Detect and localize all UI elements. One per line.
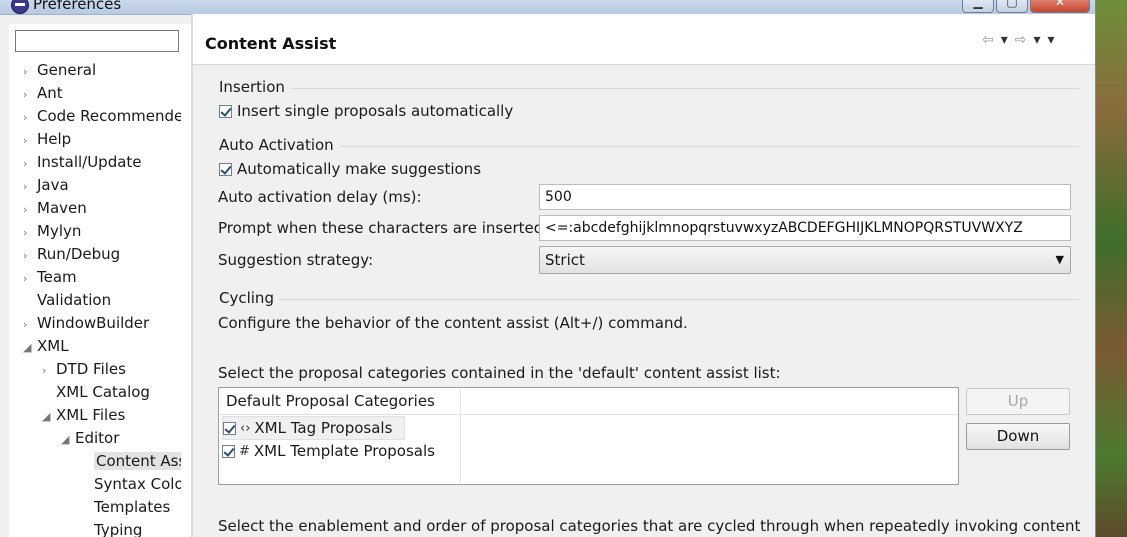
tree-expand-icon[interactable]: › <box>23 61 37 83</box>
up-button[interactable]: Up <box>966 388 1070 415</box>
tree-expand-icon[interactable]: › <box>23 130 37 152</box>
tree-item-help[interactable]: › Help <box>23 128 71 150</box>
tree-item-windowbuilder[interactable]: › WindowBuilder <box>23 312 149 334</box>
back-arrow-icon[interactable]: ⇦ <box>982 32 994 48</box>
tree-item-install-update[interactable]: › Install/Update <box>23 151 142 173</box>
dropdown-arrow-icon: ▼ <box>1055 253 1064 266</box>
tree-item-team[interactable]: › Team <box>23 266 77 288</box>
insert-single-checkbox[interactable] <box>219 104 232 118</box>
tree-expand-icon[interactable]: › <box>23 84 37 106</box>
tree-expand-icon[interactable]: › <box>42 360 56 382</box>
title-bar: Preferences ▁ ▢ ✕ <box>0 0 1096 15</box>
tree-item-xml-files[interactable]: ◢ XML Files <box>42 404 125 426</box>
tree-item-typing[interactable]: Typing <box>80 519 142 537</box>
minimize-button[interactable]: ▁ <box>962 0 994 13</box>
tree-collapse-icon[interactable]: ◢ <box>42 406 56 428</box>
group-divider <box>340 146 1079 147</box>
forward-menu-icon[interactable]: ▾ <box>1034 32 1041 48</box>
tree-item-dtd-files[interactable]: › DTD Files <box>42 358 126 380</box>
row-label: XML Tag Proposals <box>254 419 393 437</box>
preference-page: Content Assist ⇦ ▾ ⇨ ▾ ▾ Insertion Inser… <box>193 14 1095 537</box>
tree-item-templates[interactable]: Templates <box>80 496 170 518</box>
template-icon: # <box>239 443 250 459</box>
insertion-group-label: Insertion <box>219 78 285 96</box>
tree-collapse-icon[interactable]: ◢ <box>23 337 37 359</box>
window-title: Preferences <box>33 0 122 13</box>
xml-tag-icon: ‹› <box>240 420 251 436</box>
cycling-group-label: Cycling <box>219 289 274 307</box>
desktop-background <box>1096 0 1127 537</box>
make-suggestions-label: Automatically make suggestions <box>237 160 482 178</box>
column-header[interactable]: Default Proposal Categories <box>226 392 435 410</box>
tree-expand-icon[interactable]: › <box>23 199 37 221</box>
prompt-characters-label: Prompt when these characters are inserte… <box>218 219 549 237</box>
window-controls: ▁ ▢ ✕ <box>962 0 1090 13</box>
tree-item-run-debug[interactable]: › Run/Debug <box>23 243 120 265</box>
insert-single-row: Insert single proposals automatically <box>219 102 513 120</box>
insert-single-label: Insert single proposals automatically <box>237 102 514 120</box>
cycle-list-label: Select the enablement and order of propo… <box>218 517 1081 535</box>
default-list-label: Select the proposal categories contained… <box>218 364 781 382</box>
table-row[interactable]: # XML Template Proposals <box>222 440 435 462</box>
tree-item-content-assist[interactable]: Content Assist <box>80 450 181 472</box>
strategy-label: Suggestion strategy: <box>218 251 374 269</box>
tree-collapse-icon[interactable]: ◢ <box>61 429 75 451</box>
make-suggestions-row: Automatically make suggestions <box>219 160 481 178</box>
row-checkbox[interactable] <box>223 421 236 435</box>
page-header: Content Assist ⇦ ▾ ⇨ ▾ ▾ <box>193 14 1095 65</box>
preference-tree: ›General ›Ant ›Code Recommenders ›Help ›… <box>9 24 181 537</box>
tree-expand-icon[interactable]: › <box>23 153 37 175</box>
view-menu-icon[interactable]: ▾ <box>1048 32 1055 48</box>
back-menu-icon[interactable]: ▾ <box>1001 32 1008 48</box>
tree-expand-icon[interactable]: › <box>23 268 37 290</box>
tree-expand-icon[interactable]: › <box>23 314 37 336</box>
tree-item-editor[interactable]: ◢ Editor <box>61 427 119 449</box>
tree-expand-icon[interactable]: › <box>23 245 37 267</box>
row-label: XML Template Proposals <box>253 442 435 460</box>
proposal-categories-table: Default Proposal Categories ‹› XML Tag P… <box>218 387 959 485</box>
strategy-select[interactable]: Strict ▼ <box>539 246 1071 274</box>
tree-expand-icon[interactable]: › <box>23 107 37 129</box>
forward-arrow-icon[interactable]: ⇨ <box>1015 32 1027 48</box>
tree-item-maven[interactable]: › Maven <box>23 197 87 219</box>
tree-item-code-recommenders[interactable]: ›Code Recommenders <box>23 105 181 127</box>
tree-item-java[interactable]: › Java <box>23 174 69 196</box>
table-row[interactable]: ‹› XML Tag Proposals <box>222 416 406 440</box>
tree-item-ant[interactable]: › Ant <box>23 82 63 104</box>
page-title: Content Assist <box>205 34 337 53</box>
tree-expand-icon[interactable]: › <box>23 176 37 198</box>
close-button[interactable]: ✕ <box>1030 0 1090 13</box>
group-divider <box>279 299 1079 300</box>
tree-item-general[interactable]: › General <box>23 59 96 81</box>
row-checkbox[interactable] <box>222 444 235 458</box>
tree-item-validation[interactable]: Validation <box>23 289 111 311</box>
tree-item-syntax-coloring[interactable]: Syntax Coloring <box>80 473 181 495</box>
strategy-value: Strict <box>545 251 585 269</box>
down-button[interactable]: Down <box>966 423 1070 450</box>
prompt-characters-input[interactable] <box>539 215 1071 241</box>
make-suggestions-checkbox[interactable] <box>219 162 232 176</box>
tree-item-xml[interactable]: ◢ XML <box>23 335 69 357</box>
tree-item-xml-catalog[interactable]: XML Catalog <box>42 381 150 403</box>
preference-tree-pane: ›General ›Ant ›Code Recommenders ›Help ›… <box>9 24 192 537</box>
delay-input[interactable] <box>539 184 1071 210</box>
delay-label: Auto activation delay (ms): <box>218 188 422 206</box>
cycling-description: Configure the behavior of the content as… <box>218 314 688 332</box>
auto-activation-group-label: Auto Activation <box>219 136 334 154</box>
column-separator <box>460 388 461 484</box>
tree-expand-icon[interactable]: › <box>23 222 37 244</box>
maximize-button[interactable]: ▢ <box>996 0 1028 13</box>
page-navigation: ⇦ ▾ ⇨ ▾ ▾ <box>982 32 1055 48</box>
tree-item-mylyn[interactable]: › Mylyn <box>23 220 81 242</box>
eclipse-icon <box>11 0 29 14</box>
table-header: Default Proposal Categories <box>219 388 958 415</box>
group-divider <box>291 88 1079 89</box>
